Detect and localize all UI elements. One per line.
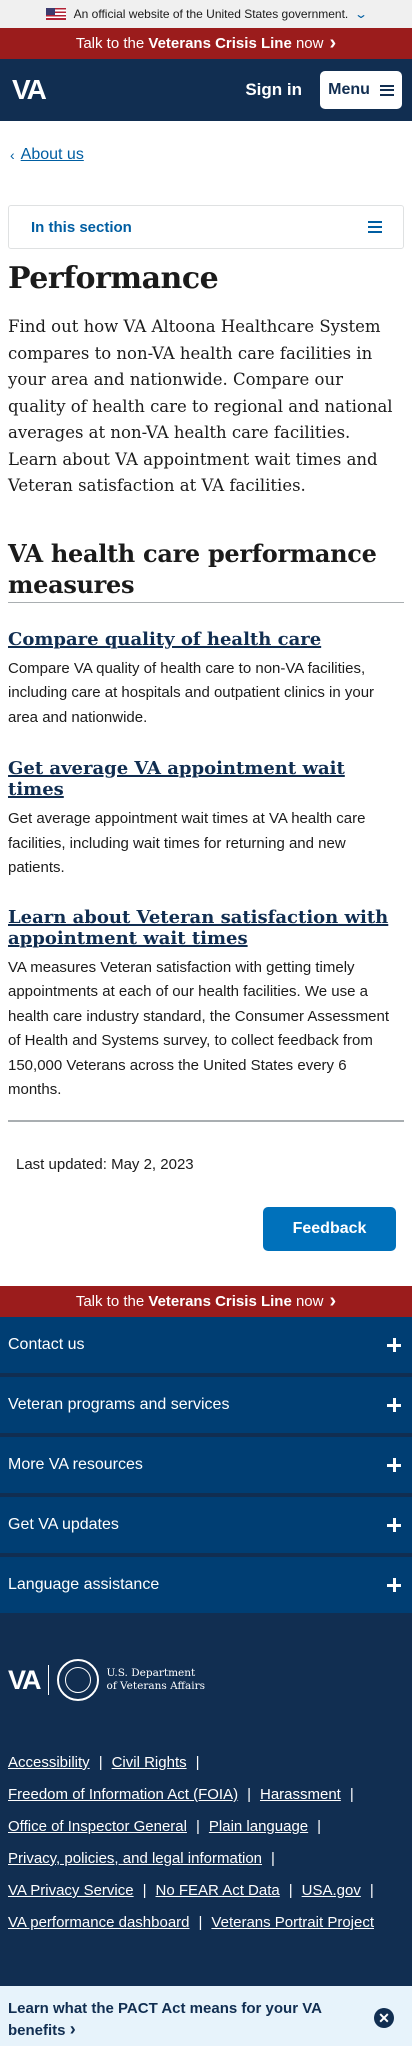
measure-description: Get average appointment wait times at VA… (8, 810, 366, 876)
page-title: Performance (8, 261, 219, 296)
breadcrumb-about-us[interactable]: About us (21, 146, 84, 164)
hamburger-icon (368, 221, 382, 233)
menu-button[interactable]: Menu (320, 71, 402, 109)
footer-link[interactable]: Harassment (260, 1786, 341, 1803)
chevron-left-icon: ‹ (10, 147, 15, 163)
main-content: ‹ About us In this section Performance F… (0, 144, 412, 1251)
feedback-button[interactable]: Feedback (263, 1206, 396, 1251)
chevron-right-icon: › (329, 1290, 337, 1312)
plus-icon (387, 1578, 401, 1592)
measure-quality: Compare quality of health care Compare V… (8, 629, 404, 731)
footer-link[interactable]: Freedom of Information Act (FOIA) (8, 1786, 238, 1803)
footer-link[interactable]: Accessibility (8, 1754, 90, 1771)
va-logo[interactable]: VA (12, 74, 47, 106)
site-header: VA Sign in Menu (0, 59, 412, 121)
footer-link[interactable]: No FEAR Act Data (156, 1882, 280, 1899)
va-logo: VA (8, 1664, 41, 1695)
footer-accordion-label: Contact us (8, 1336, 85, 1353)
footer-accordion-label: Language assistance (8, 1576, 160, 1593)
footer-link[interactable]: Plain language (209, 1818, 308, 1835)
plus-icon (387, 1518, 401, 1532)
footer-accordion-veteran-programs[interactable]: Veteran programs and services (0, 1377, 412, 1433)
footer-accordion-label: Veteran programs and services (8, 1396, 230, 1413)
divider (8, 1119, 404, 1122)
footer-accordion-label: More VA resources (8, 1456, 143, 1473)
breadcrumb: ‹ About us (10, 144, 404, 166)
last-updated: Last updated: May 2, 2023 (16, 1155, 194, 1173)
footer-link[interactable]: Office of Inspector General (8, 1818, 187, 1835)
in-this-section-toggle[interactable]: In this section (8, 205, 404, 249)
crisis-line-suffix: now (291, 1293, 324, 1310)
site-footer: Contact us Veteran programs and services… (0, 1317, 412, 1986)
crisis-line-emphasis: Veterans Crisis Line (148, 1293, 292, 1310)
us-flag-icon (45, 8, 66, 20)
plus-icon (387, 1398, 401, 1412)
in-this-section-label: In this section (31, 218, 132, 236)
plus-icon (387, 1338, 401, 1352)
measure-link[interactable]: Get average VA appointment wait times (8, 758, 345, 800)
footer-logo[interactable]: VA U.S. Department of Veterans Affairs (8, 1659, 412, 1701)
crisis-line-prefix: Talk to the (75, 1293, 149, 1310)
menu-label: Menu (328, 81, 370, 98)
crisis-line-prefix: Talk to the (75, 35, 149, 52)
footer-accordion-language[interactable]: Language assistance (0, 1557, 412, 1613)
measure-wait-times: Get average VA appointment wait times Ge… (8, 758, 404, 881)
page-intro: Find out how VA Altoona Healthcare Syste… (8, 317, 393, 495)
hamburger-icon (379, 84, 394, 96)
footer-links: Accessibility | Civil Rights | Freedom of I… (8, 1754, 374, 1931)
footer-link[interactable]: Privacy, policies, and legal information (8, 1850, 262, 1867)
footer-crisis-line-banner[interactable]: Talk to the Veterans Crisis Line now › (0, 1286, 412, 1317)
va-seal-icon (56, 1659, 99, 1701)
close-icon[interactable]: ✕ (374, 2008, 394, 2028)
pact-act-text: Learn what the PACT Act means for your V… (8, 2000, 322, 2039)
footer-link[interactable]: Veterans Portrait Project (211, 1914, 374, 1931)
section-heading: VA health care performance measures (8, 538, 404, 603)
gov-banner[interactable]: An official website of the United States… (0, 0, 412, 28)
logo-separator (47, 1665, 49, 1695)
chevron-right-icon: › (69, 2019, 76, 2039)
footer-link[interactable]: USA.gov (302, 1882, 361, 1899)
footer-accordion-more-resources[interactable]: More VA resources (0, 1437, 412, 1493)
measure-link[interactable]: Compare quality of health care (8, 629, 321, 650)
measure-link[interactable]: Learn about Veteran satisfaction with ap… (8, 907, 388, 949)
pact-act-banner[interactable]: Learn what the PACT Act means for your V… (0, 1986, 412, 2046)
measure-satisfaction: Learn about Veteran satisfaction with ap… (8, 907, 404, 1103)
department-name: U.S. Department of Veterans Affairs (106, 1667, 205, 1692)
crisis-line-banner[interactable]: Talk to the Veterans Crisis Line now › (0, 28, 412, 59)
footer-accordion-get-updates[interactable]: Get VA updates (0, 1497, 412, 1553)
sign-in-link[interactable]: Sign in (245, 80, 302, 100)
footer-accordion-label: Get VA updates (8, 1516, 119, 1533)
measure-description: VA measures Veteran satisfaction with ge… (8, 958, 390, 1099)
crisis-line-suffix: now (291, 35, 324, 52)
crisis-line-emphasis: Veterans Crisis Line (148, 35, 292, 52)
measure-description: Compare VA quality of health care to non… (8, 659, 375, 726)
chevron-right-icon: › (329, 32, 337, 54)
footer-link[interactable]: Civil Rights (112, 1754, 187, 1771)
footer-accordion-contact-us[interactable]: Contact us (0, 1317, 412, 1373)
gov-banner-text: An official website of the United States… (73, 7, 349, 21)
footer-link[interactable]: VA Privacy Service (8, 1882, 134, 1899)
plus-icon (387, 1458, 401, 1472)
chevron-down-icon[interactable]: ⌄ (354, 7, 368, 21)
footer-link[interactable]: VA performance dashboard (8, 1914, 190, 1931)
